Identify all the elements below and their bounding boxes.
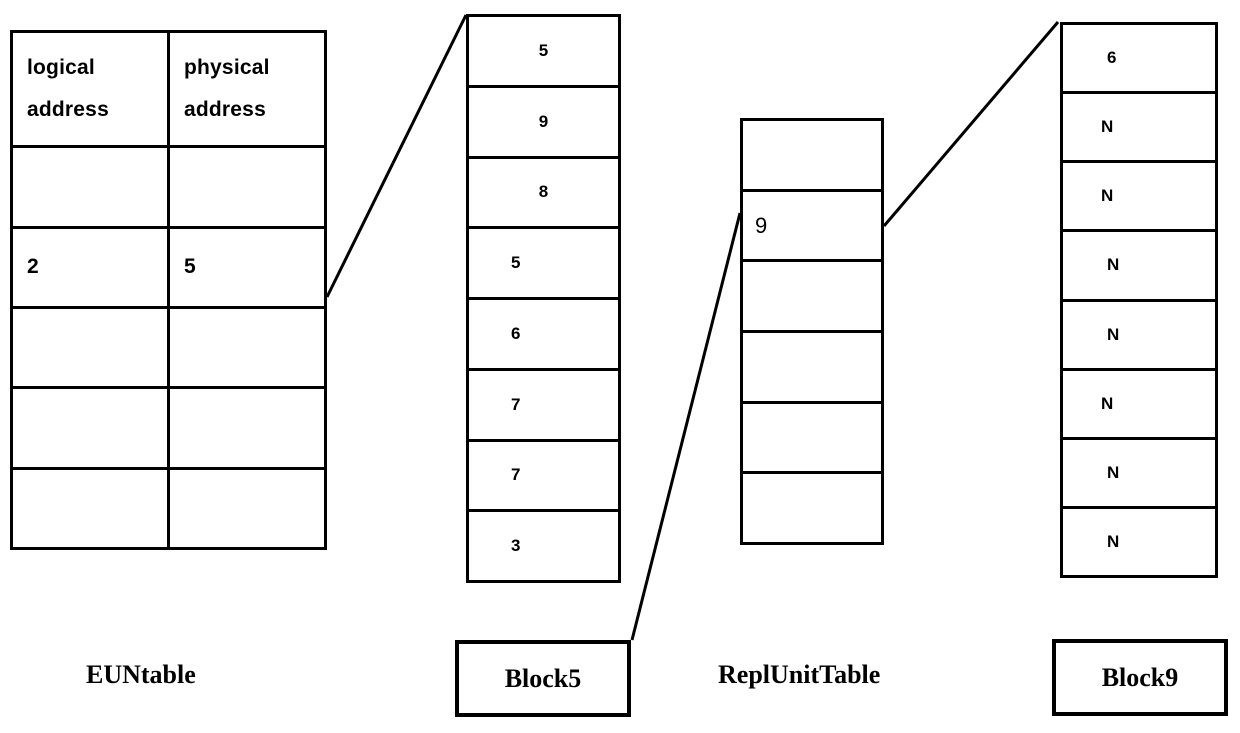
eun-table-row [13, 469, 324, 547]
block5-column: 5 9 8 5 6 7 7 3 [466, 14, 621, 583]
block9-cell: N [1063, 371, 1215, 440]
connector-block5label-to-repltable [630, 212, 742, 641]
eun-cell-physical [170, 389, 324, 466]
eun-table-row [13, 308, 324, 390]
repl-unit-cell [743, 262, 881, 334]
eun-cell-logical: 2 [13, 228, 170, 306]
eun-header-physical-line1: physical [184, 56, 270, 80]
eun-cell-physical: 5 [184, 255, 196, 279]
eun-table: logical address physical address 2 5 [10, 30, 327, 550]
repl-unit-cell: 9 [743, 192, 881, 263]
block9-cell: N [1063, 232, 1215, 302]
block5-cell: 6 [469, 300, 618, 371]
block5-cell: 8 [469, 159, 618, 230]
block9-column: 6 N N N N N N N [1060, 22, 1218, 578]
repl-unit-table-caption: ReplUnitTable [718, 660, 881, 689]
eun-header-logical-address: logical address [13, 33, 170, 146]
block5-cell: 9 [469, 88, 618, 159]
eun-cell-physical [170, 309, 324, 386]
diagram-canvas: logical address physical address 2 5 5 9… [0, 0, 1240, 733]
block5-cell: 3 [511, 536, 521, 556]
repl-unit-table-column: 9 [740, 118, 884, 545]
eun-table-row [13, 148, 324, 229]
eun-cell-logical [13, 469, 170, 547]
block5-cell: 5 [469, 229, 618, 300]
block9-cell: N [1063, 94, 1215, 164]
block5-label-box: Block5 [455, 640, 631, 717]
block9-cell: N [1063, 302, 1215, 371]
eun-header-logical-line1: logical [27, 56, 95, 80]
repl-unit-cell [743, 404, 881, 475]
repl-unit-cell [743, 474, 881, 542]
block9-cell: N [1063, 163, 1215, 233]
block9-cell: N [1063, 440, 1215, 509]
eun-cell-logical [13, 389, 170, 467]
eun-table-header-row: logical address physical address [13, 33, 324, 149]
repl-unit-cell [743, 121, 881, 192]
block9-label-box: Block9 [1052, 639, 1228, 716]
eun-cell-physical [170, 470, 324, 547]
eun-cell-logical [13, 148, 170, 226]
eun-table-row [13, 389, 324, 470]
eun-header-physical-address: physical address [170, 33, 324, 145]
block9-cell: 6 [1063, 25, 1215, 95]
block5-cell: 7 [469, 442, 618, 513]
connector-repltable-to-block9 [882, 21, 1060, 227]
eun-cell-physical [170, 148, 324, 225]
block9-cell: N [1107, 531, 1120, 551]
eun-header-physical-line2: address [184, 98, 266, 122]
block5-cell: 7 [469, 371, 618, 442]
eun-header-logical-line2: address [27, 98, 109, 122]
eun-table-caption: EUNtable [86, 660, 196, 689]
repl-unit-cell [743, 333, 881, 404]
connector-eun-to-block5 [325, 14, 468, 298]
block5-cell: 5 [469, 17, 618, 88]
eun-cell-logical [13, 308, 170, 387]
eun-table-row: 2 5 [13, 228, 324, 309]
